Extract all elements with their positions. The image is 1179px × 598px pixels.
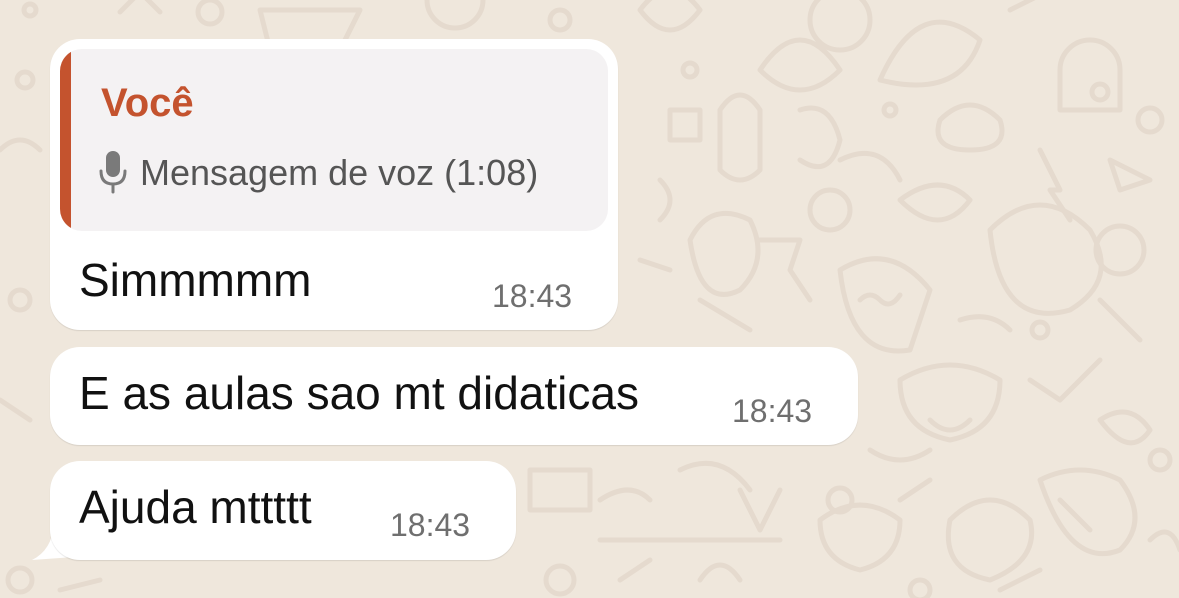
message-text: E as aulas sao mt didaticas <box>79 367 639 419</box>
message-bubble[interactable]: E as aulas sao mt didaticas 18:43 <box>50 347 858 445</box>
quote-accent-bar <box>60 49 71 231</box>
message-bubble[interactable]: Ajuda mttttt 18:43 <box>50 461 516 560</box>
message-text: Simmmmm <box>79 254 312 306</box>
quote-author: Você <box>101 81 194 125</box>
microphone-icon <box>99 151 127 194</box>
message-timestamp: 18:43 <box>390 507 471 543</box>
message-timestamp: 18:43 <box>492 278 573 314</box>
message-timestamp: 18:43 <box>732 393 813 429</box>
message-text: Ajuda mttttt <box>79 481 312 533</box>
quote-text: Mensagem de voz (1:08) <box>140 152 539 193</box>
quoted-message[interactable]: Você Mensagem de voz (1:08) <box>60 49 608 231</box>
message-bubble[interactable]: Você Mensagem de voz (1:08) Simmmmm 18:4… <box>50 39 618 330</box>
